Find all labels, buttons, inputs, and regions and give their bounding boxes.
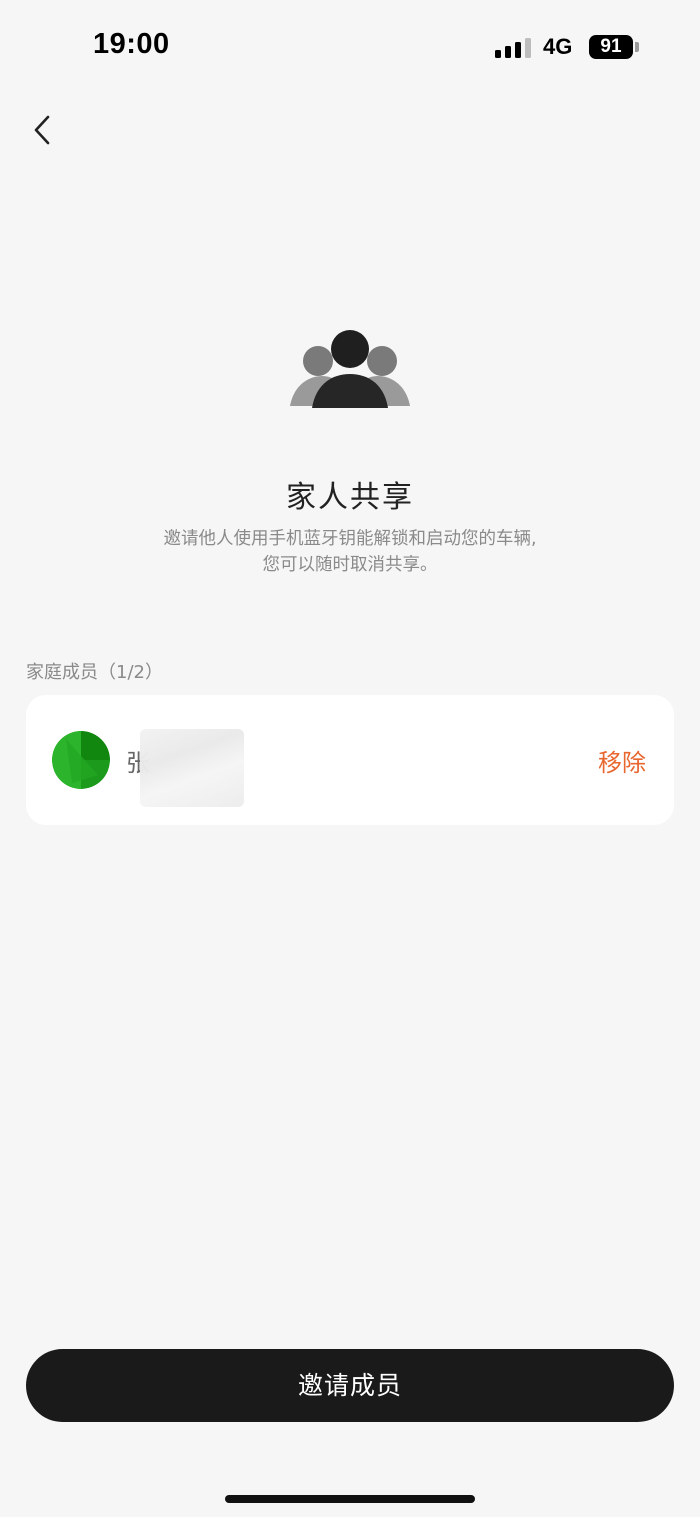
page-title: 家人共享 (286, 480, 414, 515)
description-line-1: 邀请他人使用手机蓝牙钥能解锁和启动您的车辆, (163, 529, 537, 549)
home-indicator (225, 1495, 475, 1503)
page-description: 邀请他人使用手机蓝牙钥能解锁和启动您的车辆, 您可以随时取消共享。 (100, 526, 600, 578)
family-group-icon (286, 326, 414, 412)
chevron-left-icon (34, 115, 50, 145)
battery-tip (635, 42, 639, 52)
battery-level: 91 (600, 36, 622, 57)
remove-member-button[interactable]: 移除 (598, 743, 646, 778)
signal-strength-icon (495, 38, 531, 58)
status-time: 19:00 (93, 28, 170, 60)
members-section-label: 家庭成员（1/2） (26, 662, 163, 683)
description-line-2: 您可以随时取消共享。 (262, 555, 438, 575)
back-button[interactable] (24, 110, 64, 150)
member-avatar (52, 731, 110, 789)
network-type: 4G (543, 34, 573, 59)
member-card: 张 移除 (26, 695, 674, 825)
redacted-name-mask (140, 729, 244, 807)
battery-icon: 91 (589, 35, 633, 59)
invite-member-button[interactable]: 邀请成员 (26, 1349, 674, 1422)
status-bar: 19:00 4G 91 (0, 0, 700, 90)
